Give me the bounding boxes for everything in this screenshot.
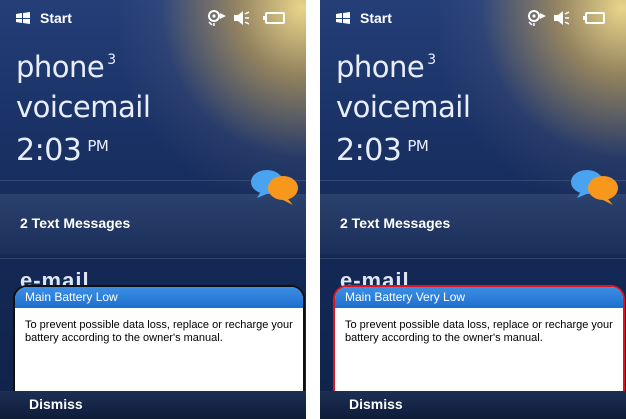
phone-missed-calls[interactable]: phone 3 (16, 50, 116, 84)
notification-body: To prevent possible data loss, replace o… (25, 319, 293, 344)
voicemail-item[interactable]: voicemail (16, 90, 151, 124)
windows-start-icon[interactable] (14, 11, 32, 25)
messaging-icon (571, 170, 618, 205)
clock-ampm: PM (87, 137, 109, 155)
phone-screen-very-low: Start phone 3 voicemail 2:03 PM 2 Text Mes… (320, 0, 626, 419)
voicemail-item[interactable]: voicemail (336, 90, 471, 124)
notification-body: To prevent possible data loss, replace o… (345, 319, 613, 344)
status-bar: Start (0, 0, 306, 34)
start-menu-label[interactable]: Start (360, 10, 392, 26)
battery-notification: Main Battery Low To prevent possible dat… (13, 285, 305, 391)
connectivity-icon[interactable] (206, 9, 228, 27)
battery-icon[interactable] (582, 9, 606, 27)
dismiss-button[interactable]: Dismiss (349, 396, 403, 412)
clock-ampm: PM (407, 137, 429, 155)
messaging-icon (251, 170, 298, 205)
battery-icon[interactable] (262, 9, 286, 27)
clock-time: 2:03 (16, 133, 82, 168)
speaker-muted-icon[interactable] (232, 9, 250, 27)
missed-call-count: 3 (107, 52, 116, 68)
speaker-muted-icon[interactable] (552, 9, 570, 27)
status-bar: Start (320, 0, 626, 34)
text-messages-label[interactable]: 2 Text Messages (340, 215, 450, 231)
connectivity-icon[interactable] (526, 9, 548, 27)
phone-label: phone (336, 50, 425, 84)
missed-call-count: 3 (427, 52, 436, 68)
clock: 2:03 PM (336, 133, 429, 168)
notification-title: Main Battery Very Low (335, 287, 623, 308)
divider (320, 258, 626, 259)
clock-time: 2:03 (336, 133, 402, 168)
phone-label: phone (16, 50, 105, 84)
text-messages-label[interactable]: 2 Text Messages (20, 215, 130, 231)
start-menu-label[interactable]: Start (40, 10, 72, 26)
notification-title: Main Battery Low (15, 287, 303, 308)
windows-start-icon[interactable] (334, 11, 352, 25)
battery-notification: Main Battery Very Low To prevent possibl… (333, 285, 625, 391)
clock: 2:03 PM (16, 133, 109, 168)
phone-missed-calls[interactable]: phone 3 (336, 50, 436, 84)
phone-screen-low: Start phone 3 voicemail 2:03 PM 2 Text Mes… (0, 0, 306, 419)
dismiss-button[interactable]: Dismiss (29, 396, 83, 412)
divider (0, 258, 306, 259)
